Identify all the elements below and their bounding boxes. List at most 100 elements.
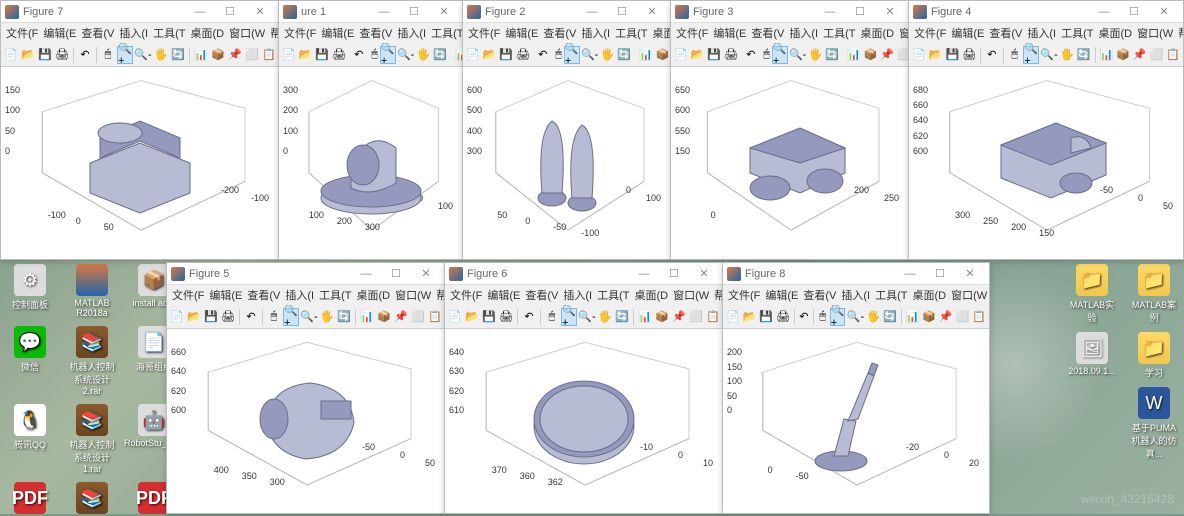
toolbar-button[interactable]: 📄 [725, 308, 741, 326]
menu-window[interactable]: 窗口(W [394, 287, 432, 303]
plot-area[interactable]: 2001501005000-50-20020 [723, 329, 989, 513]
toolbar-button[interactable]: 📂 [482, 46, 498, 64]
close-button[interactable]: ✕ [411, 265, 441, 283]
toolbar-button[interactable]: 🔍- [789, 46, 807, 64]
toolbar-button[interactable]: 🔍- [1040, 46, 1058, 64]
toolbar-button[interactable]: 📦 [1115, 46, 1131, 64]
toolbar-button[interactable]: 🔍+ [561, 308, 577, 326]
close-button[interactable]: ✕ [955, 265, 985, 283]
toolbar-button[interactable]: 📌 [938, 308, 954, 326]
toolbar-button[interactable]: 📋 [705, 308, 721, 326]
menu-edit[interactable]: 编辑(E [764, 287, 799, 303]
menu-desktop[interactable]: 桌面(D [912, 287, 948, 303]
toolbar-button[interactable]: ↶ [243, 308, 259, 326]
toolbar-button[interactable]: 📂 [186, 308, 202, 326]
toolbar-button[interactable]: ↶ [537, 46, 548, 64]
toolbar-button[interactable]: 🔍+ [564, 46, 580, 64]
menu-edit[interactable]: 编辑(E [950, 25, 985, 41]
menu-file[interactable]: 文件(F [5, 25, 39, 41]
toolbar-button[interactable]: 🔍- [300, 308, 318, 326]
desktop-icon[interactable]: 📚机器人控制系统设计1.rar [68, 404, 116, 474]
menu-file[interactable]: 文件(F [283, 25, 317, 41]
toolbar-button[interactable]: 🖨 [220, 308, 236, 326]
toolbar-button[interactable]: 🔄 [432, 46, 448, 64]
minimize-button[interactable]: — [1089, 3, 1119, 21]
desktop-icon[interactable]: 🖼2018.09.1... [1068, 332, 1116, 379]
toolbar-button[interactable]: ↶ [798, 308, 810, 326]
minimize-button[interactable]: — [895, 265, 925, 283]
toolbar-button[interactable]: 💾 [37, 46, 53, 64]
close-button[interactable]: ✕ [637, 3, 667, 21]
menu-view[interactable]: 查看(V [802, 287, 837, 303]
minimize-button[interactable]: — [629, 265, 659, 283]
menu-file[interactable]: 文件(F [675, 25, 709, 41]
menu-view[interactable]: 查看(V [358, 25, 393, 41]
toolbar-button[interactable]: 💾 [758, 308, 774, 326]
maximize-button[interactable]: ☐ [659, 265, 689, 283]
menu-tools[interactable]: 工具(T [596, 287, 630, 303]
menu-desktop[interactable]: 桌面(D [860, 25, 896, 41]
toolbar-button[interactable]: 🔍+ [117, 46, 133, 64]
toolbar-button[interactable]: ⬜ [244, 46, 260, 64]
toolbar-button[interactable]: 📊 [193, 46, 209, 64]
toolbar-button[interactable]: 🖨 [961, 46, 977, 64]
menu-tools[interactable]: 工具(T [614, 25, 648, 41]
toolbar-button[interactable]: 🖱 [1007, 46, 1023, 64]
menu-view[interactable]: 查看(V [542, 25, 577, 41]
plot-area[interactable]: 150100500-100050-200-100 [1, 67, 279, 259]
toolbar-button[interactable]: 🔄 [614, 308, 630, 326]
menu-file[interactable]: 文件(F [467, 25, 501, 41]
maximize-button[interactable]: ☐ [845, 3, 875, 21]
figure-window-fig2[interactable]: Figure 2 — ☐ ✕文件(F编辑(E查看(V插入(I工具(T桌面(D窗口… [462, 0, 672, 260]
menu-window[interactable]: 窗口(W [672, 287, 710, 303]
toolbar-button[interactable]: 🖐 [153, 46, 169, 64]
desktop-icon[interactable]: 💬微信 [6, 326, 54, 396]
menu-tools[interactable]: 工具(T [430, 25, 463, 41]
titlebar[interactable]: Figure 5 — ☐ ✕ [167, 263, 445, 285]
menu-view[interactable]: 查看(V [988, 25, 1023, 41]
toolbar-button[interactable]: ↶ [77, 46, 93, 64]
toolbar-button[interactable]: 📄 [169, 308, 185, 326]
toolbar-button[interactable]: 📂 [298, 46, 314, 64]
titlebar[interactable]: Figure 8 — ☐ ✕ [723, 263, 989, 285]
toolbar-button[interactable]: 📂 [690, 46, 706, 64]
menu-edit[interactable]: 编辑(E [504, 25, 539, 41]
titlebar[interactable]: Figure 2 — ☐ ✕ [463, 1, 671, 23]
titlebar[interactable]: Figure 4 — ☐ ✕ [909, 1, 1183, 23]
toolbar-button[interactable]: 📊 [904, 308, 920, 326]
titlebar[interactable]: ure 1 — ☐ ✕ [279, 1, 463, 23]
toolbar-button[interactable]: 📌 [227, 46, 243, 64]
toolbar-button[interactable]: 🔄 [170, 46, 186, 64]
menu-tools[interactable]: 工具(T [1060, 25, 1094, 41]
menu-file[interactable]: 文件(F [171, 287, 205, 303]
menu-desktop[interactable]: 桌面(D [1098, 25, 1134, 41]
menu-insert[interactable]: 插入(I [1026, 25, 1057, 41]
toolbar-button[interactable]: 🖨 [54, 46, 70, 64]
minimize-button[interactable]: — [369, 3, 399, 21]
toolbar-button[interactable]: 🖨 [331, 46, 347, 64]
toolbar-button[interactable]: 🔍+ [283, 308, 299, 326]
minimize-button[interactable]: — [185, 3, 215, 21]
desktop-icon[interactable]: 🐧腾讯QQ [6, 404, 54, 474]
menu-edit[interactable]: 编辑(E [42, 25, 77, 41]
toolbar-button[interactable]: ⬜ [1149, 46, 1165, 64]
toolbar-button[interactable]: 🖐 [600, 46, 616, 64]
menu-desktop[interactable]: 桌面(D [356, 287, 392, 303]
toolbar-button[interactable]: 📋 [261, 46, 277, 64]
menu-view[interactable]: 查看(V [246, 287, 281, 303]
menu-insert[interactable]: 插入(I [580, 25, 611, 41]
toolbar-button[interactable]: 🔍+ [380, 46, 396, 64]
toolbar-button[interactable]: 💾 [706, 46, 722, 64]
menu-edit[interactable]: 编辑(E [320, 25, 355, 41]
desktop-icon[interactable]: 📁MATLAB案例 [1130, 264, 1178, 324]
close-button[interactable]: ✕ [875, 3, 905, 21]
toolbar-button[interactable]: 📊 [638, 46, 654, 64]
toolbar-button[interactable]: 🖱 [762, 46, 771, 64]
toolbar-button[interactable]: 🔍- [134, 46, 152, 64]
menu-insert[interactable]: 插入(I [788, 25, 819, 41]
toolbar-button[interactable]: 🔄 [336, 308, 352, 326]
toolbar-button[interactable]: 📦 [654, 308, 670, 326]
maximize-button[interactable]: ☐ [607, 3, 637, 21]
toolbar-button[interactable]: 💾 [944, 46, 960, 64]
toolbar-button[interactable]: 📋 [427, 308, 443, 326]
